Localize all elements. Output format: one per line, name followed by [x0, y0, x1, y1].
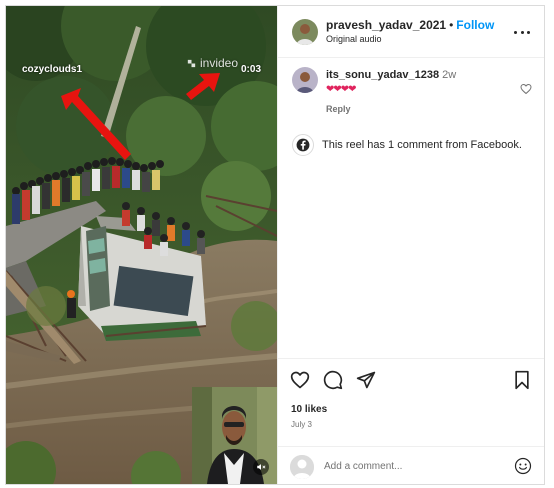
commenter-username[interactable]: its_sonu_yadav_1238: [326, 69, 439, 81]
comment-text: ❤❤❤❤: [326, 84, 356, 95]
facebook-glyph-icon: [296, 138, 310, 152]
emoji-icon[interactable]: [514, 457, 532, 480]
share-icon[interactable]: [356, 370, 376, 395]
post-actions-section: 10 likes July 3: [278, 358, 544, 483]
like-heart-icon[interactable]: [290, 370, 310, 395]
add-comment-bar: [278, 446, 544, 484]
reel-video[interactable]: cozyclouds1 invideo 0:03: [6, 6, 277, 484]
comment-icon[interactable]: [323, 370, 343, 395]
invideo-logo-icon: [187, 59, 196, 67]
comment-header: its_sonu_yadav_1238 2w: [326, 69, 456, 81]
separator-dot: •: [449, 18, 454, 32]
post-dialog: cozyclouds1 invideo 0:03 pravesh_yadav_2…: [5, 5, 545, 485]
facebook-note-text: This reel has 1 comment from Facebook.: [322, 139, 522, 151]
facebook-comment-note: This reel has 1 comment from Facebook.: [292, 134, 522, 156]
save-glyph: [515, 370, 529, 390]
follow-button[interactable]: Follow: [456, 18, 494, 32]
commenter-avatar-image: [292, 67, 318, 93]
comment-like-heart-icon[interactable]: [520, 83, 532, 95]
emoji-glyph: [514, 457, 532, 475]
like-heart-glyph: [290, 371, 310, 389]
likes-count[interactable]: 10 likes: [291, 404, 327, 415]
facebook-icon: [292, 134, 314, 156]
header-title-row: pravesh_yadav_2021 • Follow: [326, 18, 494, 32]
add-comment-input[interactable]: [324, 457, 494, 475]
mute-icon: [257, 464, 266, 470]
comment-glyph: [323, 370, 343, 390]
post-header: pravesh_yadav_2021 • Follow Original audio: [278, 6, 544, 58]
comment-item: its_sonu_yadav_1238 2w ❤❤❤❤ Reply: [278, 61, 544, 121]
share-glyph: [356, 371, 376, 389]
post-details-panel: pravesh_yadav_2021 • Follow Original audio…: [277, 6, 544, 484]
author-username[interactable]: pravesh_yadav_2021: [326, 18, 446, 32]
viewer-avatar-image: [290, 455, 314, 479]
commenter-avatar[interactable]: [292, 67, 318, 93]
post-date[interactable]: July 3: [291, 420, 312, 429]
save-bookmark-icon[interactable]: [513, 370, 531, 395]
author-avatar[interactable]: [292, 19, 318, 45]
picture-in-picture-video[interactable]: [192, 387, 277, 484]
reply-button[interactable]: Reply: [326, 104, 351, 114]
audio-label[interactable]: Original audio: [326, 34, 382, 44]
comment-time: 2w: [442, 69, 457, 81]
viewer-avatar: [290, 455, 314, 479]
action-buttons-row: [290, 370, 376, 395]
author-avatar-image: [292, 19, 318, 45]
more-options-icon[interactable]: [514, 24, 530, 40]
watermark-handle: cozyclouds1: [22, 64, 83, 75]
watermark-brand: invideo: [186, 56, 238, 70]
video-timestamp: 0:03: [241, 64, 262, 75]
mute-toggle-button[interactable]: [253, 459, 269, 475]
watermark-brand-label: invideo: [200, 56, 239, 70]
